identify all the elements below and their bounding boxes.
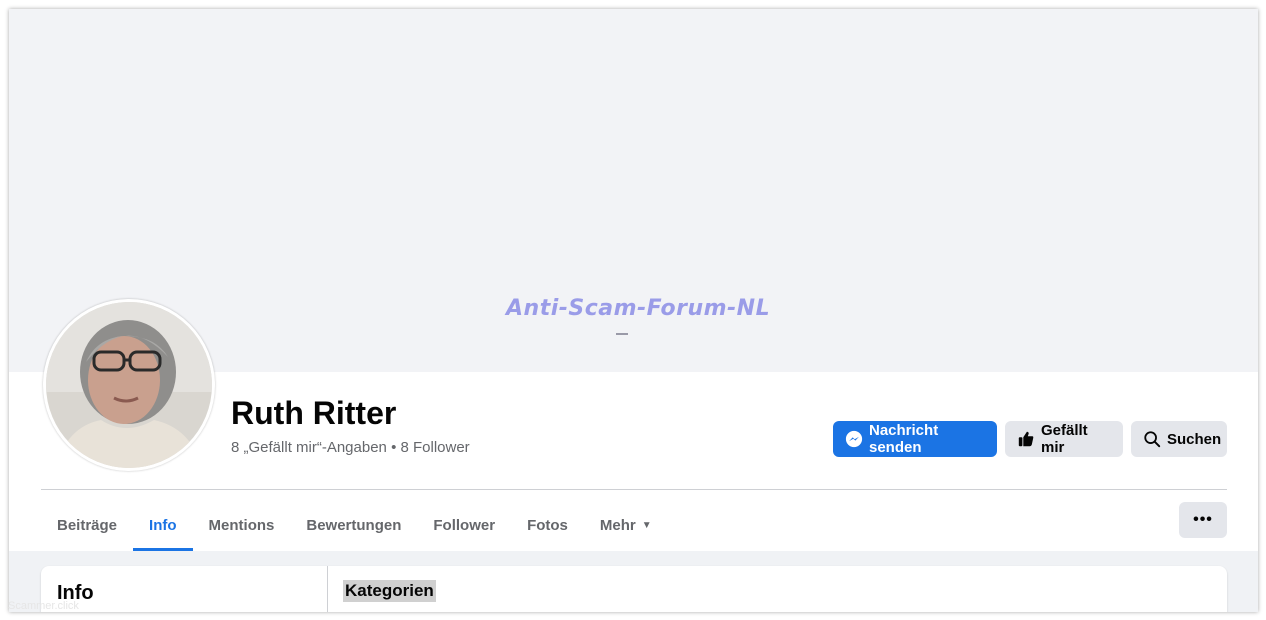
send-message-button[interactable]: Nachricht senden xyxy=(833,421,997,457)
like-label: Gefällt mir xyxy=(1041,422,1088,456)
tab-label: Fotos xyxy=(527,516,568,534)
tab-label: Mehr xyxy=(599,516,636,534)
tab-mehr[interactable]: Mehr ▼ xyxy=(584,499,668,551)
caret-down-icon: ▼ xyxy=(641,519,652,531)
footer-watermark: Scammer.click xyxy=(8,600,79,612)
profile-name: Ruth Ritter xyxy=(231,395,397,431)
more-options-button[interactable]: ••• xyxy=(1179,502,1227,538)
profile-stats[interactable]: 8 „Gefällt mir“-Angaben • 8 Follower xyxy=(231,439,470,456)
tab-fotos[interactable]: Fotos xyxy=(511,499,584,551)
tab-bewertungen[interactable]: Bewertungen xyxy=(290,499,417,551)
info-card-divider xyxy=(327,566,328,612)
watermark-dash xyxy=(616,333,628,335)
more-dots-icon: ••• xyxy=(1193,511,1213,528)
messenger-icon xyxy=(845,430,863,448)
tab-label: Info xyxy=(149,516,177,534)
tab-follower[interactable]: Follower xyxy=(417,499,511,551)
info-card: Info Kategorien xyxy=(41,566,1227,612)
cover-photo[interactable]: Anti-Scam-Forum-NL xyxy=(9,9,1258,372)
profile-avatar[interactable] xyxy=(43,299,215,471)
like-button[interactable]: Gefällt mir xyxy=(1005,421,1123,457)
search-icon xyxy=(1144,431,1161,448)
header-divider xyxy=(41,489,1227,490)
profile-tabs: Beiträge Info Mentions Bewertungen Follo… xyxy=(41,499,668,551)
tab-beitraege[interactable]: Beiträge xyxy=(41,499,133,551)
cover-watermark: Anti-Scam-Forum-NL xyxy=(506,296,771,321)
profile-photo xyxy=(46,302,212,468)
search-button[interactable]: Suchen xyxy=(1131,421,1227,457)
thumbs-up-icon xyxy=(1018,431,1034,447)
tab-label: Follower xyxy=(433,516,496,534)
tab-label: Bewertungen xyxy=(306,516,402,534)
categories-heading: Kategorien xyxy=(343,580,436,602)
tab-mentions[interactable]: Mentions xyxy=(193,499,291,551)
tab-label: Mentions xyxy=(208,516,275,534)
tab-label: Beiträge xyxy=(57,516,118,534)
tab-info[interactable]: Info xyxy=(133,499,193,551)
send-message-label: Nachricht senden xyxy=(869,422,939,456)
page-frame: Anti-Scam-Forum-NL Ruth Ritter 8 „Gefäll… xyxy=(9,9,1258,612)
search-label: Suchen xyxy=(1167,430,1222,448)
